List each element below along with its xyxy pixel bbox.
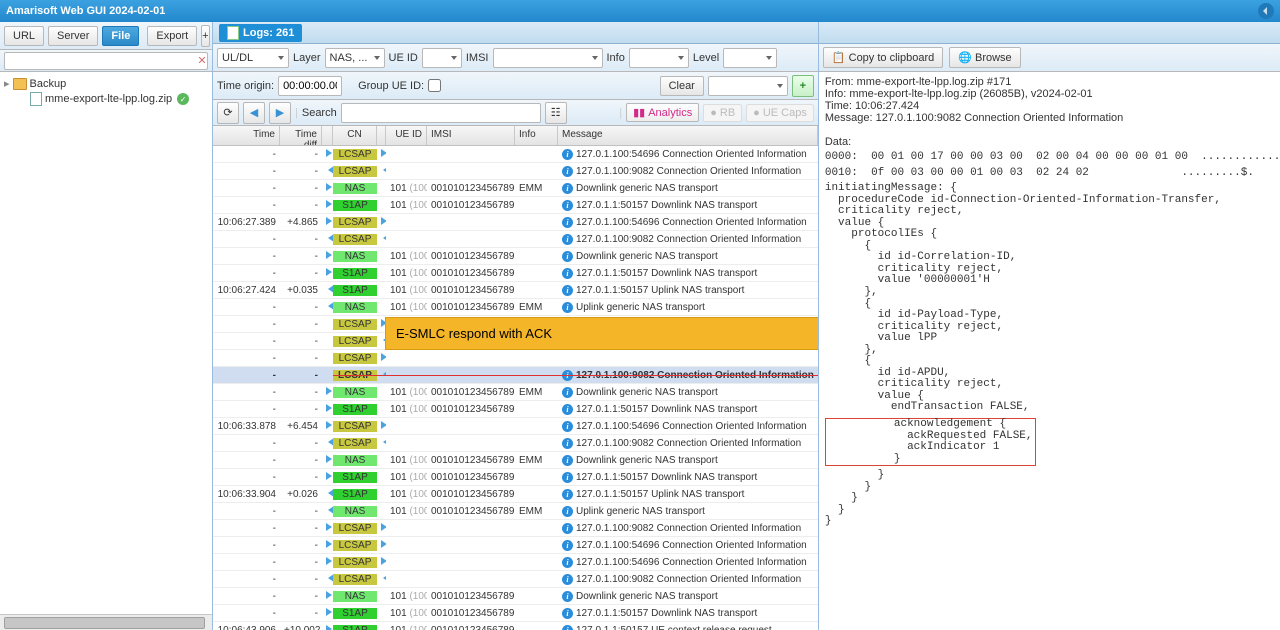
prev-icon[interactable]: ◀ <box>243 102 265 124</box>
redline-annotation <box>333 375 818 376</box>
detail-panel: 📋 Copy to clipboard 🌐 Browse From: mme-e… <box>819 22 1280 630</box>
detail-ack-box: acknowledgement { ackRequested FALSE, ac… <box>825 418 1036 466</box>
grid-header: Time Time diff CN UE ID IMSI Info Messag… <box>213 126 818 146</box>
detail-time: Time: 10:06:27.424 <box>825 100 1280 112</box>
preset-select[interactable] <box>708 76 788 96</box>
table-row[interactable]: --NAS101 (100)001010123456789EMMiUplink … <box>213 299 818 316</box>
file-button[interactable]: File <box>102 26 139 46</box>
tree-filter-input[interactable] <box>4 52 208 70</box>
tree-file-label: mme-export-lte-lpp.log.zip <box>45 93 172 105</box>
uecaps-button: ●UE Caps <box>746 104 814 122</box>
table-row[interactable]: 10:06:27.389+4.865LCSAPi127.0.1.100:5469… <box>213 214 818 231</box>
detail-from: From: mme-export-lte-lpp.log.zip #171 <box>825 76 1280 88</box>
ueid-select[interactable] <box>422 48 462 68</box>
rb-button: ●RB <box>703 104 742 122</box>
table-row[interactable]: 10:06:33.878+6.454LCSAPi127.0.1.100:5469… <box>213 418 818 435</box>
time-origin-input[interactable] <box>278 76 342 96</box>
tab-logs[interactable]: Logs: 261 <box>219 24 302 42</box>
table-row[interactable]: --S1AP101 (100)001010123456789i127.0.1.1… <box>213 197 818 214</box>
add-preset-icon[interactable]: + <box>792 75 814 97</box>
folder-icon <box>13 78 27 90</box>
document-icon <box>227 26 239 40</box>
table-row[interactable]: --S1AP101 (100)001010123456789i127.0.1.1… <box>213 265 818 282</box>
search-input[interactable] <box>341 103 541 123</box>
detail-message: Message: 127.0.1.100:9082 Connection Ori… <box>825 112 1280 124</box>
export-button[interactable]: Export <box>147 26 197 46</box>
next-icon[interactable]: ▶ <box>269 102 291 124</box>
table-row[interactable]: --S1AP101 (100)001010123456789i127.0.1.1… <box>213 605 818 622</box>
tree-folder[interactable]: ▸ Backup <box>4 76 208 91</box>
left-scrollbar[interactable] <box>0 614 212 630</box>
app-header: Amarisoft Web GUI 2024-02-01 <box>0 0 1280 22</box>
tab-label: Logs: 261 <box>243 27 294 39</box>
server-button[interactable]: Server <box>48 26 98 46</box>
check-icon: ✓ <box>177 93 189 105</box>
uldl-select[interactable]: UL/DL <box>217 48 289 68</box>
log-grid[interactable]: Time Time diff CN UE ID IMSI Info Messag… <box>213 126 818 630</box>
collapse-icon[interactable] <box>1258 3 1274 19</box>
level-select[interactable] <box>723 48 777 68</box>
callout-annotation: E-SMLC respond with ACK <box>385 317 818 350</box>
table-row[interactable]: 10:06:27.424+0.035S1AP101 (100)001010123… <box>213 282 818 299</box>
table-row[interactable]: --LCSAPi127.0.1.100:9082 Connection Orie… <box>213 435 818 452</box>
analytics-button[interactable]: ▮▮Analytics <box>626 103 699 122</box>
table-row[interactable]: --LCSAPi127.0.1.100:54696 Connection Ori… <box>213 146 818 163</box>
detail-hex2: 0010: 0f 00 03 00 00 01 00 03 02 24 02 .… <box>825 168 1280 180</box>
table-row[interactable]: --LCSAPi127.0.1.100:9082 Connection Orie… <box>213 231 818 248</box>
clear-button[interactable]: Clear <box>660 76 704 96</box>
detail-body: initiatingMessage: { procedureCode id-Co… <box>825 183 1280 414</box>
table-row[interactable]: --LCSAPi127.0.1.100:54696 Connection Ori… <box>213 537 818 554</box>
detail-hex1: 0000: 00 01 00 17 00 00 03 00 02 00 04 0… <box>825 152 1280 164</box>
table-row[interactable]: --NAS101 (100)001010123456789EMMiDownlin… <box>213 384 818 401</box>
refresh-icon[interactable]: ⟳ <box>217 102 239 124</box>
table-row[interactable]: --LCSAPi127.0.1.100:54696 Connection Ori… <box>213 554 818 571</box>
table-row[interactable]: --NAS101 (100)001010123456789iDownlink g… <box>213 248 818 265</box>
search-tree-icon[interactable]: ☷ <box>545 102 567 124</box>
browse-button[interactable]: 🌐 Browse <box>949 47 1020 68</box>
add-icon[interactable]: + <box>201 25 209 47</box>
file-icon <box>30 92 42 106</box>
table-row[interactable]: --LCSAPi127.0.1.100:9082 Connection Orie… <box>213 520 818 537</box>
tree-folder-label: Backup <box>30 78 67 90</box>
layer-select[interactable]: NAS, ... <box>325 48 385 68</box>
detail-data-label: Data: <box>825 136 1280 148</box>
table-row[interactable]: --S1AP101 (100)001010123456789i127.0.1.1… <box>213 469 818 486</box>
imsi-select[interactable] <box>493 48 603 68</box>
left-panel: URL Server File Export + ✕ ▸ Backup mme-… <box>0 22 213 630</box>
table-row[interactable]: --LCSAPi127.0.1.100:9082 Connection Orie… <box>213 163 818 180</box>
table-row[interactable]: --LCSAP <box>213 350 818 367</box>
table-row[interactable]: --NAS101 (100)001010123456789iDownlink g… <box>213 588 818 605</box>
table-row[interactable]: --LCSAPi127.0.1.100:9082 Connection Orie… <box>213 571 818 588</box>
table-row[interactable]: 10:06:43.906+10.002S1AP101 (100)00101012… <box>213 622 818 630</box>
clear-filter-icon[interactable]: ✕ <box>195 53 209 67</box>
table-row[interactable]: --NAS101 (100)001010123456789EMMiUplink … <box>213 503 818 520</box>
table-row[interactable]: 10:06:33.904+0.026S1AP101 (100)001010123… <box>213 486 818 503</box>
detail-info: Info: mme-export-lte-lpp.log.zip (26085B… <box>825 88 1280 100</box>
info-select[interactable] <box>629 48 689 68</box>
app-title: Amarisoft Web GUI 2024-02-01 <box>6 5 165 17</box>
table-row[interactable]: --NAS101 (100)001010123456789EMMiDownlin… <box>213 180 818 197</box>
tab-bar: Logs: 261 <box>213 22 818 44</box>
group-ueid-checkbox[interactable] <box>428 79 441 92</box>
copy-button[interactable]: 📋 Copy to clipboard <box>823 47 943 68</box>
detail-tail: } } } } } <box>825 470 1280 528</box>
url-button[interactable]: URL <box>4 26 44 46</box>
table-row[interactable]: --S1AP101 (100)001010123456789i127.0.1.1… <box>213 401 818 418</box>
file-tree: ▸ Backup mme-export-lte-lpp.log.zip ✓ <box>0 72 212 614</box>
logs-panel: Logs: 261 UL/DL Layer NAS, ... UE ID IMS… <box>213 22 819 630</box>
tree-file[interactable]: mme-export-lte-lpp.log.zip ✓ <box>4 91 208 107</box>
table-row[interactable]: --NAS101 (100)001010123456789EMMiDownlin… <box>213 452 818 469</box>
